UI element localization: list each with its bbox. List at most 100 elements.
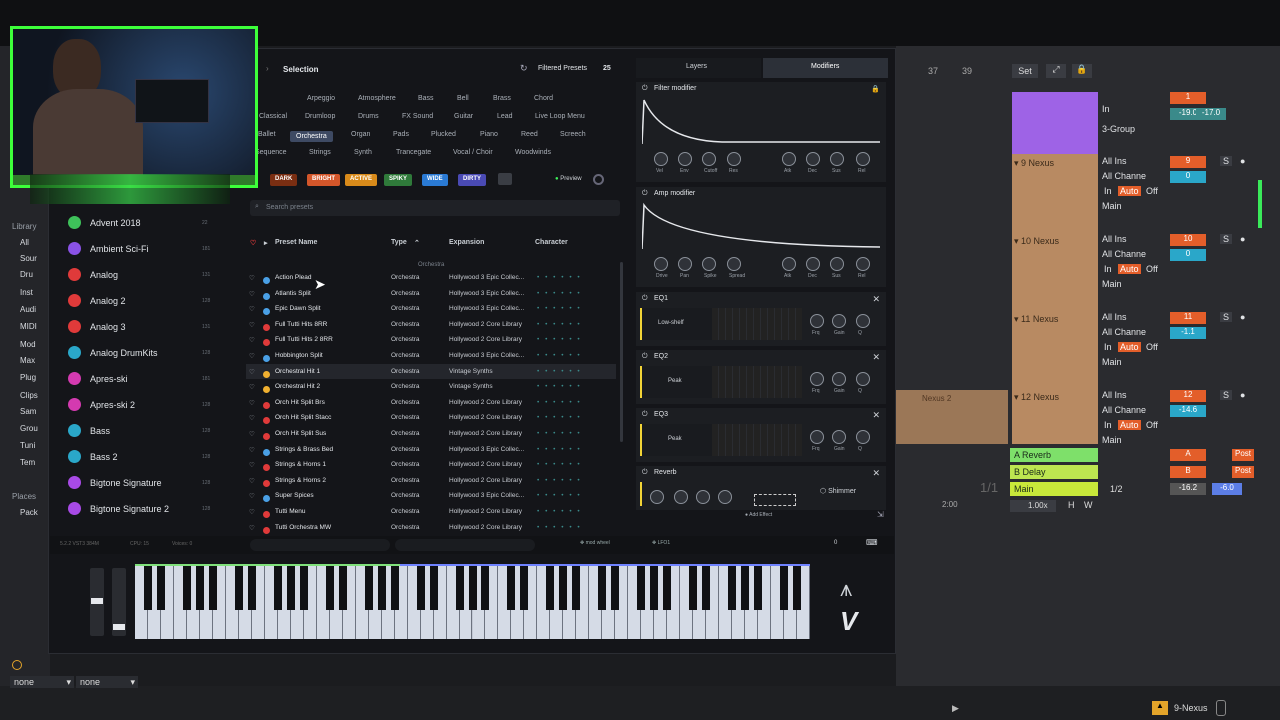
track-volume[interactable]: -1.1 — [1170, 327, 1206, 339]
keyboard-icon[interactable]: ⌨ — [866, 538, 878, 547]
add-effect-button[interactable]: ● Add Effect — [745, 512, 772, 518]
favorite-icon[interactable]: ♡ — [249, 274, 255, 282]
close-icon[interactable]: ✕ — [872, 352, 880, 363]
power-icon[interactable]: ⏻ — [642, 469, 648, 477]
mod-wheel[interactable] — [112, 568, 126, 636]
return-b-delay[interactable]: B Delay — [1010, 465, 1098, 479]
track-name[interactable]: 3-Group — [1102, 124, 1135, 134]
preset-row[interactable]: ♡ Orchestral Hit 1 Orchestra Vintage Synths… — [246, 363, 616, 379]
black-key[interactable] — [780, 566, 789, 610]
main-track[interactable]: Main — [1010, 482, 1098, 496]
return-a-reverb[interactable]: A Reverb — [1010, 448, 1098, 462]
return-a-button[interactable]: A — [1170, 449, 1206, 461]
category-ballet[interactable]: Ballet — [258, 131, 276, 138]
knob-dec[interactable] — [806, 152, 820, 166]
zoom-field[interactable]: 1.00x — [1010, 500, 1056, 512]
black-key[interactable] — [507, 566, 516, 610]
black-key[interactable] — [208, 566, 217, 610]
col-expansion[interactable]: Expansion — [449, 239, 484, 246]
col-preset-name[interactable]: Preset Name — [275, 239, 317, 246]
black-key[interactable] — [702, 566, 711, 610]
black-key[interactable] — [754, 566, 763, 610]
mood-extra-icon[interactable] — [498, 173, 512, 185]
pitch-wheel[interactable] — [90, 568, 104, 636]
expansion-item[interactable]: Bass 2 128 — [56, 444, 241, 470]
knob-spike[interactable] — [702, 257, 716, 271]
arm-icon[interactable]: ● — [1240, 234, 1245, 244]
nexus-2-clip[interactable]: Nexus 2 — [896, 390, 1008, 444]
preset-row[interactable]: ♡ Epic Dawn Split Orchestra Hollywood 3 Epi… — [246, 301, 616, 316]
track-volume[interactable]: 0 — [1170, 249, 1206, 261]
warning-icon[interactable]: ▲ — [1152, 701, 1168, 715]
category-reed[interactable]: Reed — [521, 131, 538, 138]
track-number[interactable]: 1 — [1170, 92, 1206, 104]
input-type-select[interactable]: All Ins — [1102, 156, 1127, 166]
preset-row[interactable]: ♡ Atlantis Split Orchestra Hollywood 3 Epic… — [246, 286, 616, 301]
track-number[interactable]: 11 — [1170, 312, 1206, 324]
fav-header-icon[interactable]: ♡ — [250, 239, 256, 247]
preset-row[interactable]: ♡ Hobbington Split Orchestra Hollywood 3 Ep… — [246, 348, 616, 363]
knob-frq[interactable] — [810, 430, 824, 444]
nav-sounds[interactable]: Sour — [20, 254, 37, 263]
nav-packs[interactable]: Pack — [20, 508, 38, 517]
back-arrow-icon[interactable]: › — [266, 64, 269, 73]
knob-spread[interactable] — [727, 257, 741, 271]
macro-slots[interactable] — [250, 539, 390, 551]
knob-cutoff[interactable] — [702, 152, 716, 166]
black-key[interactable] — [182, 566, 191, 610]
black-key[interactable] — [390, 566, 399, 610]
black-key[interactable] — [338, 566, 347, 610]
close-icon[interactable]: ✕ — [872, 294, 880, 305]
knob-frq[interactable] — [810, 372, 824, 386]
mood-spiky[interactable]: SPIKY — [384, 174, 413, 186]
black-key[interactable] — [650, 566, 659, 610]
knob-pan[interactable] — [678, 257, 692, 271]
favorite-icon[interactable]: ♡ — [249, 414, 255, 422]
category-atmosphere[interactable]: Atmosphere — [358, 95, 396, 102]
track-name[interactable]: ▾ 11 Nexus — [1014, 314, 1058, 325]
black-key[interactable] — [689, 566, 698, 610]
monitor-off[interactable]: Off — [1146, 342, 1158, 352]
black-key[interactable] — [377, 566, 386, 610]
category-drums[interactable]: Drums — [358, 113, 379, 120]
solo-button[interactable]: S — [1220, 156, 1233, 166]
preset-row[interactable]: ♡ Orch Hit Split Brs Orchestra Hollywood 2 … — [246, 395, 616, 410]
reverb-knob[interactable] — [674, 490, 688, 504]
input-channel-select[interactable]: All Channe — [1102, 171, 1146, 181]
lfo-slot[interactable]: ✥ LFO1 — [652, 540, 670, 546]
power-icon[interactable]: ⏻ — [642, 85, 648, 93]
expansion-item[interactable]: Analog 3 131 — [56, 314, 241, 340]
monitor-in[interactable]: In — [1104, 186, 1112, 196]
monitor-auto[interactable]: Auto — [1118, 342, 1141, 352]
favorite-icon[interactable]: ♡ — [249, 477, 255, 485]
eq1-mode-select[interactable]: Low-shelf — [640, 308, 712, 340]
mood-bright[interactable]: BRIGHT — [307, 174, 340, 186]
knob-rel[interactable] — [856, 152, 870, 166]
favorite-icon[interactable]: ♡ — [249, 305, 255, 313]
black-key[interactable] — [663, 566, 672, 610]
preview-toggle[interactable]: ● Preview — [555, 176, 582, 182]
knob-sus[interactable] — [830, 152, 844, 166]
preview-knob-icon[interactable] — [593, 174, 604, 185]
refresh-icon[interactable]: ↻ — [520, 63, 528, 74]
knob-atk[interactable] — [782, 257, 796, 271]
solo-button[interactable]: S — [1220, 312, 1233, 322]
black-key[interactable] — [793, 566, 802, 610]
category-organ[interactable]: Organ — [351, 131, 370, 138]
favorite-icon[interactable]: ♡ — [249, 446, 255, 454]
knob-q[interactable] — [856, 372, 870, 386]
solo-button[interactable]: S — [1220, 234, 1233, 244]
lock-icon[interactable]: 🔒 — [871, 85, 880, 93]
knob-dec[interactable] — [806, 257, 820, 271]
preset-row[interactable]: ♡ Orch Hit Split Stacc Orchestra Hollywood … — [246, 410, 616, 425]
arm-icon[interactable]: ● — [1240, 390, 1245, 400]
close-icon[interactable]: ✕ — [872, 410, 880, 421]
track-name[interactable]: ▾ 9 Nexus — [1014, 158, 1054, 169]
track-name[interactable]: ▾ 10 Nexus — [1014, 236, 1059, 247]
category-plucked[interactable]: Plucked — [431, 131, 456, 138]
category-bass[interactable]: Bass — [418, 95, 434, 102]
amp-envelope-graph[interactable] — [642, 201, 880, 251]
category-brass[interactable]: Brass — [493, 95, 511, 102]
black-key[interactable] — [429, 566, 438, 610]
preset-row[interactable]: ♡ Super Spices Orchestra Hollywood 3 Epic C… — [246, 488, 616, 503]
